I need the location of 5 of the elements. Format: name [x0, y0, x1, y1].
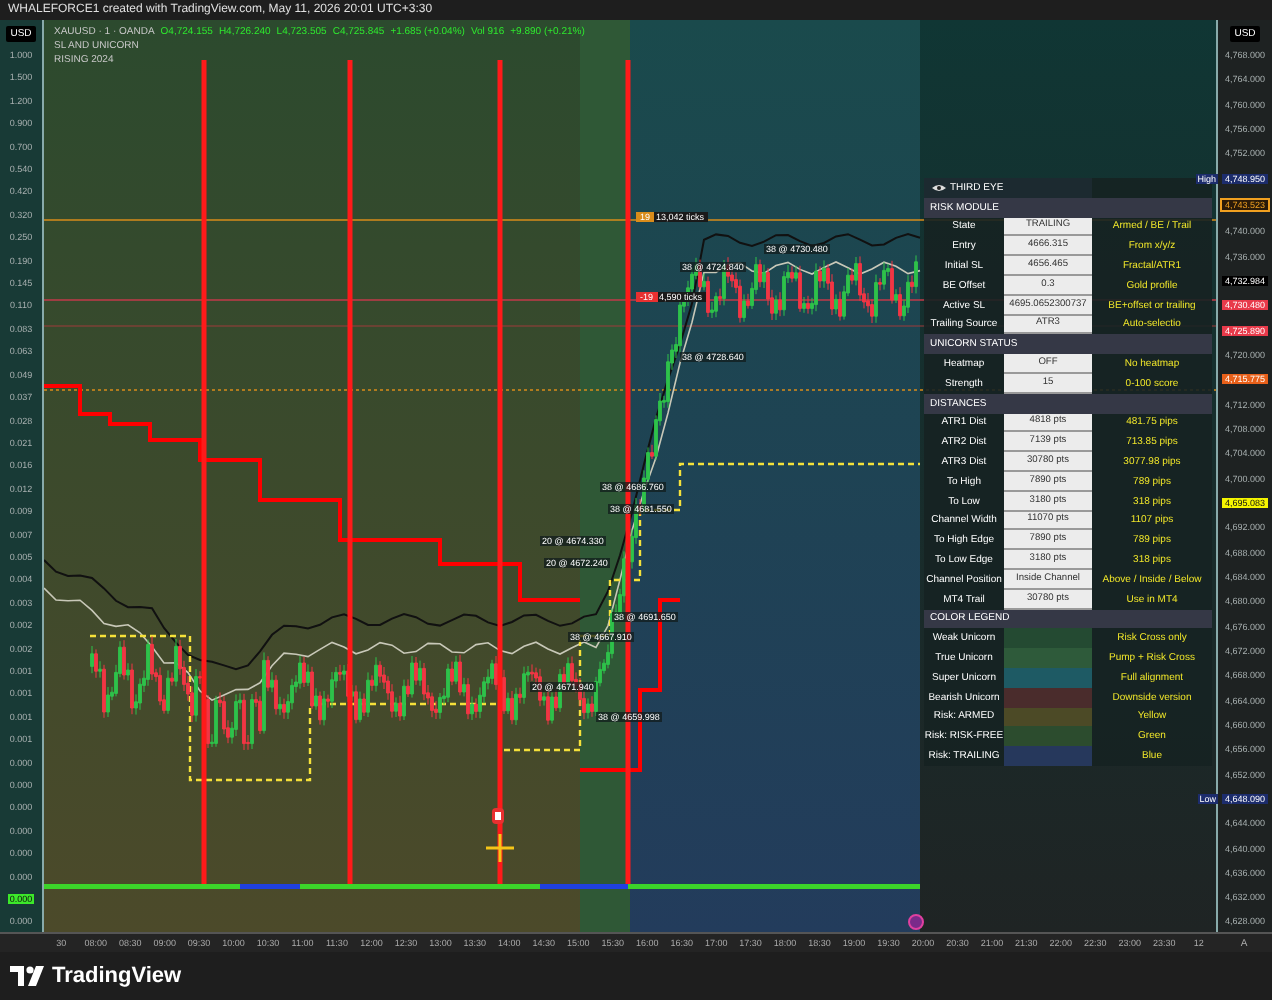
brand-name: TradingView [52, 964, 182, 988]
logo-icon [10, 966, 46, 986]
crosshair-icon [484, 832, 516, 864]
eye-icon [932, 183, 946, 192]
event-marker-icon [908, 914, 924, 930]
